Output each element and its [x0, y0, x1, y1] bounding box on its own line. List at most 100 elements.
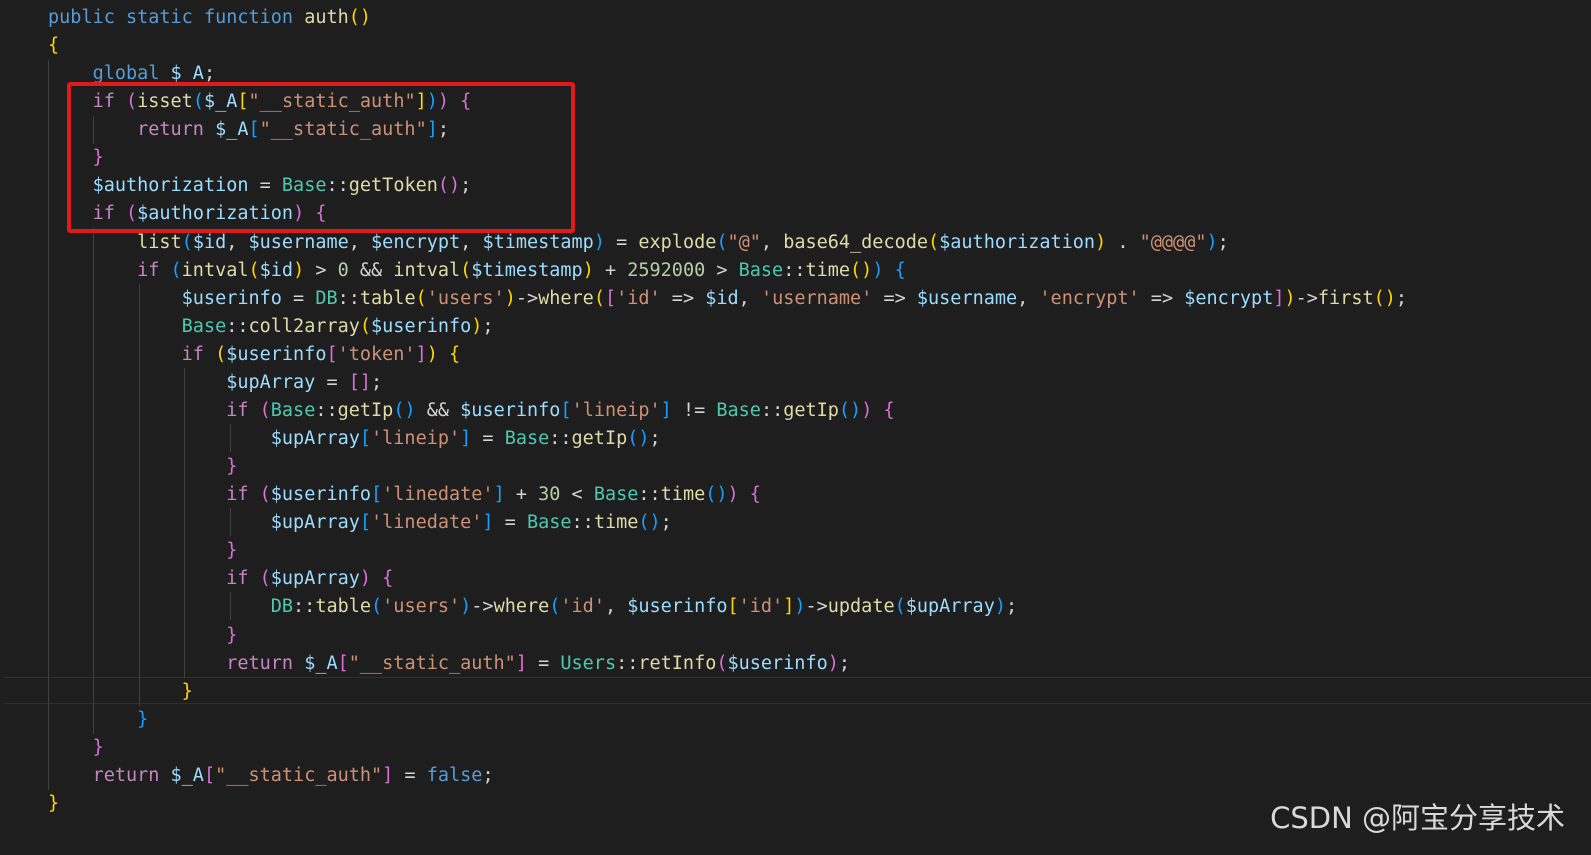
code-token: (: [215, 343, 227, 365]
code-token: ,: [348, 231, 372, 253]
code-line[interactable]: }: [48, 678, 193, 706]
code-token: }: [226, 540, 238, 562]
code-line[interactable]: if (Base::getIp() && $userinfo['lineip']…: [48, 397, 895, 425]
code-token: ): [1206, 231, 1218, 253]
code-line[interactable]: if ($userinfo['linedate'] + 30 < Base::t…: [48, 481, 761, 509]
code-token: $_A: [304, 652, 338, 674]
code-token: explode: [638, 231, 717, 253]
code-token: ::: [638, 484, 661, 506]
code-token: $userinfo: [181, 287, 282, 309]
code-token: false: [426, 764, 483, 786]
code-token: static: [125, 7, 204, 28]
code-token: (: [549, 596, 561, 618]
code-token: $username: [916, 287, 1018, 309]
code-token: (: [928, 231, 940, 253]
code-line[interactable]: if ($upArray) {: [48, 565, 393, 593]
code-token: 'token': [337, 343, 416, 365]
code-token: base64_decode: [783, 231, 928, 253]
code-token: ): [872, 259, 884, 281]
code-token: >: [705, 259, 739, 281]
code-token: [: [337, 652, 349, 674]
code-line[interactable]: $userinfo = DB::table('users')->where(['…: [48, 285, 1407, 313]
code-token: "@@@@": [1139, 231, 1207, 253]
code-token: ]: [382, 764, 394, 786]
code-token: (: [170, 259, 182, 281]
code-token: Base: [716, 399, 761, 421]
code-token: ::: [571, 512, 594, 534]
code-token: $_A: [170, 63, 204, 85]
code-token: }: [48, 792, 60, 814]
code-line[interactable]: }: [48, 734, 104, 762]
code-line[interactable]: }: [48, 622, 237, 650]
code-line[interactable]: $upArray = [];: [48, 369, 382, 397]
code-token: Base: [738, 259, 784, 281]
code-token: (: [259, 399, 271, 421]
code-token: if: [226, 568, 260, 590]
code-token: ]: [660, 399, 672, 421]
code-line[interactable]: public static function auth(): [48, 4, 371, 32]
code-token: 'username': [760, 287, 873, 309]
code-token: time: [593, 512, 639, 534]
code-line[interactable]: return $_A["__static_auth"] = false;: [48, 762, 494, 790]
code-token: $authorization: [939, 231, 1096, 253]
code-line[interactable]: if (intval($id) > 0 && intval($timestamp…: [48, 257, 906, 285]
code-line[interactable]: {: [48, 32, 59, 60]
code-token: (: [259, 568, 271, 590]
code-token: 'lineip': [571, 399, 661, 421]
code-token: first: [1317, 287, 1374, 309]
code-token: ->: [805, 596, 828, 618]
code-token: ;: [371, 371, 383, 393]
code-token: (: [248, 259, 260, 281]
code-line[interactable]: return $_A["__static_auth"] = Users::ret…: [48, 650, 850, 678]
code-token: $upArray: [905, 596, 995, 618]
code-token: (): [838, 399, 862, 421]
code-line[interactable]: }: [48, 790, 59, 818]
code-token: }: [181, 680, 193, 702]
code-token: getIp: [337, 399, 394, 421]
code-token: $userinfo: [226, 343, 327, 365]
code-line[interactable]: }: [48, 453, 237, 481]
code-token: ): [1095, 231, 1107, 253]
code-token: (: [181, 231, 193, 253]
code-line[interactable]: $upArray['lineip'] = Base::getIp();: [48, 425, 661, 453]
code-token: update: [827, 596, 895, 618]
code-line[interactable]: if ($userinfo['token']) {: [48, 341, 460, 369]
code-token: if: [226, 484, 260, 506]
code-token: {: [883, 399, 895, 421]
code-token: }: [137, 708, 149, 730]
code-line[interactable]: $upArray['linedate'] = Base::time();: [48, 509, 672, 537]
code-token: if: [137, 259, 171, 281]
code-token: (: [716, 231, 728, 253]
code-token: return: [92, 764, 171, 786]
code-token: intval: [393, 259, 461, 281]
code-token: list: [137, 231, 182, 253]
code-token: $id: [705, 287, 739, 309]
code-line[interactable]: Base::coll2array($userinfo);: [48, 313, 494, 341]
code-token: {: [894, 259, 906, 281]
code-line[interactable]: DB::table('users')->where('id', $userinf…: [48, 593, 1017, 621]
code-line[interactable]: }: [48, 706, 148, 734]
code-editor[interactable]: public static function auth(){ global $_…: [0, 0, 1591, 855]
code-token: ]: [493, 484, 505, 506]
code-token: Base: [526, 512, 572, 534]
code-token: (: [894, 596, 906, 618]
code-token: 'lineip': [371, 428, 461, 450]
code-token: $userinfo: [371, 315, 472, 337]
code-token: =: [393, 764, 427, 786]
code-line[interactable]: }: [48, 537, 237, 565]
code-token: coll2array: [248, 315, 360, 337]
code-token: ): [460, 596, 472, 618]
code-token: ::: [616, 652, 639, 674]
csdn-watermark: CSDN @阿宝分享技术: [1270, 801, 1565, 835]
code-token: Users: [560, 652, 617, 674]
